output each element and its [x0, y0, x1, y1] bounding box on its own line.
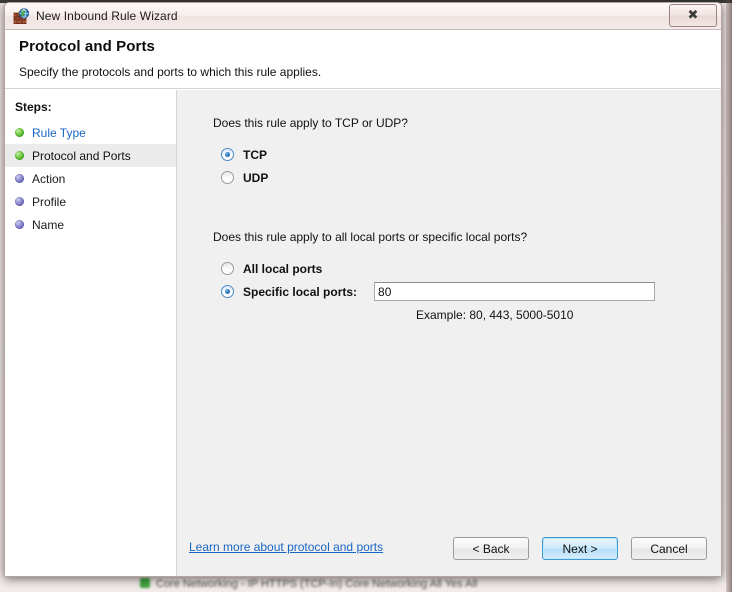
radio-tcp-indicator[interactable] — [221, 148, 234, 161]
back-button[interactable]: < Back — [453, 537, 529, 560]
radio-option-specific-local-ports[interactable]: Specific local ports: — [221, 281, 721, 302]
radio-option-all-local-ports[interactable]: All local ports — [221, 258, 721, 279]
wizard-footer: < Back Next > Cancel — [453, 537, 707, 560]
step-bullet-icon — [15, 197, 24, 206]
steps-sidebar: Steps: Rule Type Protocol and Ports Acti… — [5, 90, 177, 576]
radio-option-udp[interactable]: UDP — [221, 167, 721, 188]
bg-window-right-edge — [726, 0, 732, 592]
sidebar-item-label: Profile — [32, 194, 67, 209]
ports-example-text: Example: 80, 443, 5000-5010 — [416, 308, 574, 322]
wizard-header: Protocol and Ports Specify the protocols… — [5, 29, 721, 89]
sidebar-item-profile[interactable]: Profile — [5, 190, 176, 213]
sidebar-item-label: Action — [32, 171, 66, 186]
cancel-button[interactable]: Cancel — [631, 537, 707, 560]
step-bullet-icon — [15, 151, 24, 160]
steps-heading: Steps: — [15, 100, 52, 114]
bg-rule-row-text: Core Networking - IP HTTPS (TCP-In) Core… — [156, 578, 478, 590]
close-button[interactable]: ✖ — [669, 4, 717, 27]
specific-local-ports-input[interactable] — [374, 282, 656, 301]
step-bullet-icon — [15, 128, 24, 137]
wizard-body: Steps: Rule Type Protocol and Ports Acti… — [5, 89, 721, 576]
local-ports-group: Does this rule apply to all local ports … — [213, 230, 721, 322]
radio-specific-local-ports-indicator[interactable] — [221, 285, 234, 298]
radio-tcp-label: TCP — [243, 147, 267, 162]
sidebar-item-label: Name — [32, 217, 65, 232]
page-title: Protocol and Ports — [19, 38, 155, 55]
radio-udp-indicator[interactable] — [221, 171, 234, 184]
firewall-globe-icon — [13, 7, 30, 25]
radio-specific-local-ports-label: Specific local ports: — [243, 284, 358, 299]
bg-rule-icon — [140, 578, 150, 588]
sidebar-item-rule-type[interactable]: Rule Type — [5, 121, 176, 144]
sidebar-item-name[interactable]: Name — [5, 213, 176, 236]
sidebar-item-action[interactable]: Action — [5, 167, 176, 190]
close-icon: ✖ — [687, 8, 699, 23]
next-button[interactable]: Next > — [542, 537, 618, 560]
new-inbound-rule-wizard-dialog: New Inbound Rule Wizard ✖ Protocol and P… — [4, 2, 722, 577]
wizard-main-panel: Does this rule apply to TCP or UDP? TCP … — [177, 90, 721, 576]
ports-question-label: Does this rule apply to all local ports … — [213, 230, 528, 244]
bg-rule-list-row: Core Networking - IP HTTPS (TCP-In) Core… — [140, 578, 732, 592]
step-bullet-icon — [15, 174, 24, 183]
sidebar-item-label: Protocol and Ports — [32, 148, 131, 163]
protocol-question-label: Does this rule apply to TCP or UDP? — [213, 116, 408, 130]
title-bar[interactable]: New Inbound Rule Wizard ✖ — [5, 3, 721, 29]
window-title: New Inbound Rule Wizard — [36, 9, 178, 23]
radio-all-local-ports-indicator[interactable] — [221, 262, 234, 275]
sidebar-item-protocol-and-ports[interactable]: Protocol and Ports — [5, 144, 176, 167]
step-bullet-icon — [15, 220, 24, 229]
radio-all-local-ports-label: All local ports — [243, 261, 323, 276]
radio-option-tcp[interactable]: TCP — [221, 144, 721, 165]
page-subtitle: Specify the protocols and ports to which… — [19, 65, 322, 79]
sidebar-item-label: Rule Type — [32, 125, 86, 140]
radio-udp-label: UDP — [243, 170, 269, 185]
learn-more-link[interactable]: Learn more about protocol and ports — [189, 540, 383, 554]
